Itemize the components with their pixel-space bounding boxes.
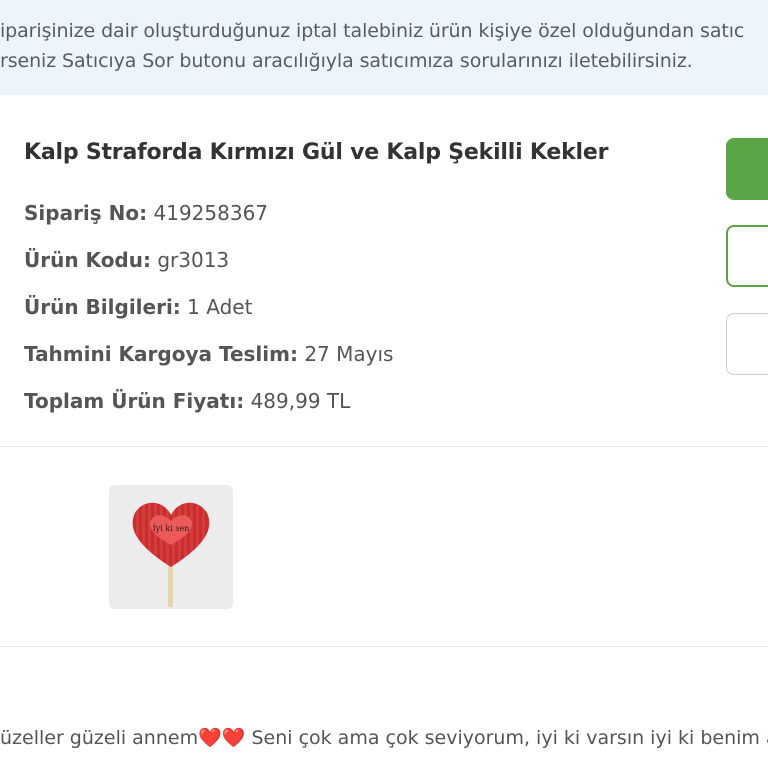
heart-topper-image: İyi ki sen: [109, 485, 233, 609]
product-title: Kalp Straforda Kırmızı Gül ve Kalp Şekil…: [24, 140, 609, 165]
gift-message: üzeller güzeli annem❤️❤️ Seni çok ama ço…: [0, 726, 768, 749]
order-number-value: 419258367: [153, 201, 269, 225]
product-info-label: Ürün Bilgileri:: [24, 295, 181, 319]
order-number-label: Sipariş No:: [24, 201, 148, 225]
section-divider: [0, 446, 768, 447]
section-divider-2: [0, 646, 768, 647]
product-code-row: Ürün Kodu: gr3013: [24, 248, 229, 272]
product-info-value: 1 Adet: [187, 295, 253, 319]
total-price-value: 489,99 TL: [250, 389, 351, 413]
product-info-row: Ürün Bilgileri: 1 Adet: [24, 295, 252, 319]
tertiary-action-button[interactable]: [726, 313, 768, 375]
product-code-label: Ürün Kodu:: [24, 248, 151, 272]
total-price-label: Toplam Ürün Fiyatı:: [24, 389, 245, 413]
notice-line-1: iparişinize dair oluşturduğunuz iptal ta…: [0, 20, 745, 42]
primary-action-button[interactable]: [726, 138, 768, 200]
heart-caption: İyi ki sen: [153, 524, 190, 533]
heart-emoji-icon: ❤️❤️: [198, 727, 246, 749]
delivery-estimate-label: Tahmini Kargoya Teslim:: [24, 342, 298, 366]
cancel-notice-banner: iparişinize dair oluşturduğunuz iptal ta…: [0, 0, 768, 95]
order-number-row: Sipariş No: 419258367: [24, 201, 268, 225]
secondary-action-button[interactable]: [726, 225, 768, 287]
notice-line-2: rseniz Satıcıya Sor butonu aracılığıyla …: [0, 50, 693, 72]
delivery-estimate-row: Tahmini Kargoya Teslim: 27 Mayıs: [24, 342, 393, 366]
total-price-row: Toplam Ürün Fiyatı: 489,99 TL: [24, 389, 350, 413]
gift-message-text-end: Seni çok ama çok seviyorum, iyi ki varsı…: [245, 727, 768, 749]
delivery-estimate-value: 27 Mayıs: [304, 342, 394, 366]
gift-message-text-start: üzeller güzeli annem: [0, 727, 199, 749]
product-code-value: gr3013: [157, 248, 230, 272]
product-thumbnail[interactable]: İyi ki sen: [109, 485, 233, 609]
